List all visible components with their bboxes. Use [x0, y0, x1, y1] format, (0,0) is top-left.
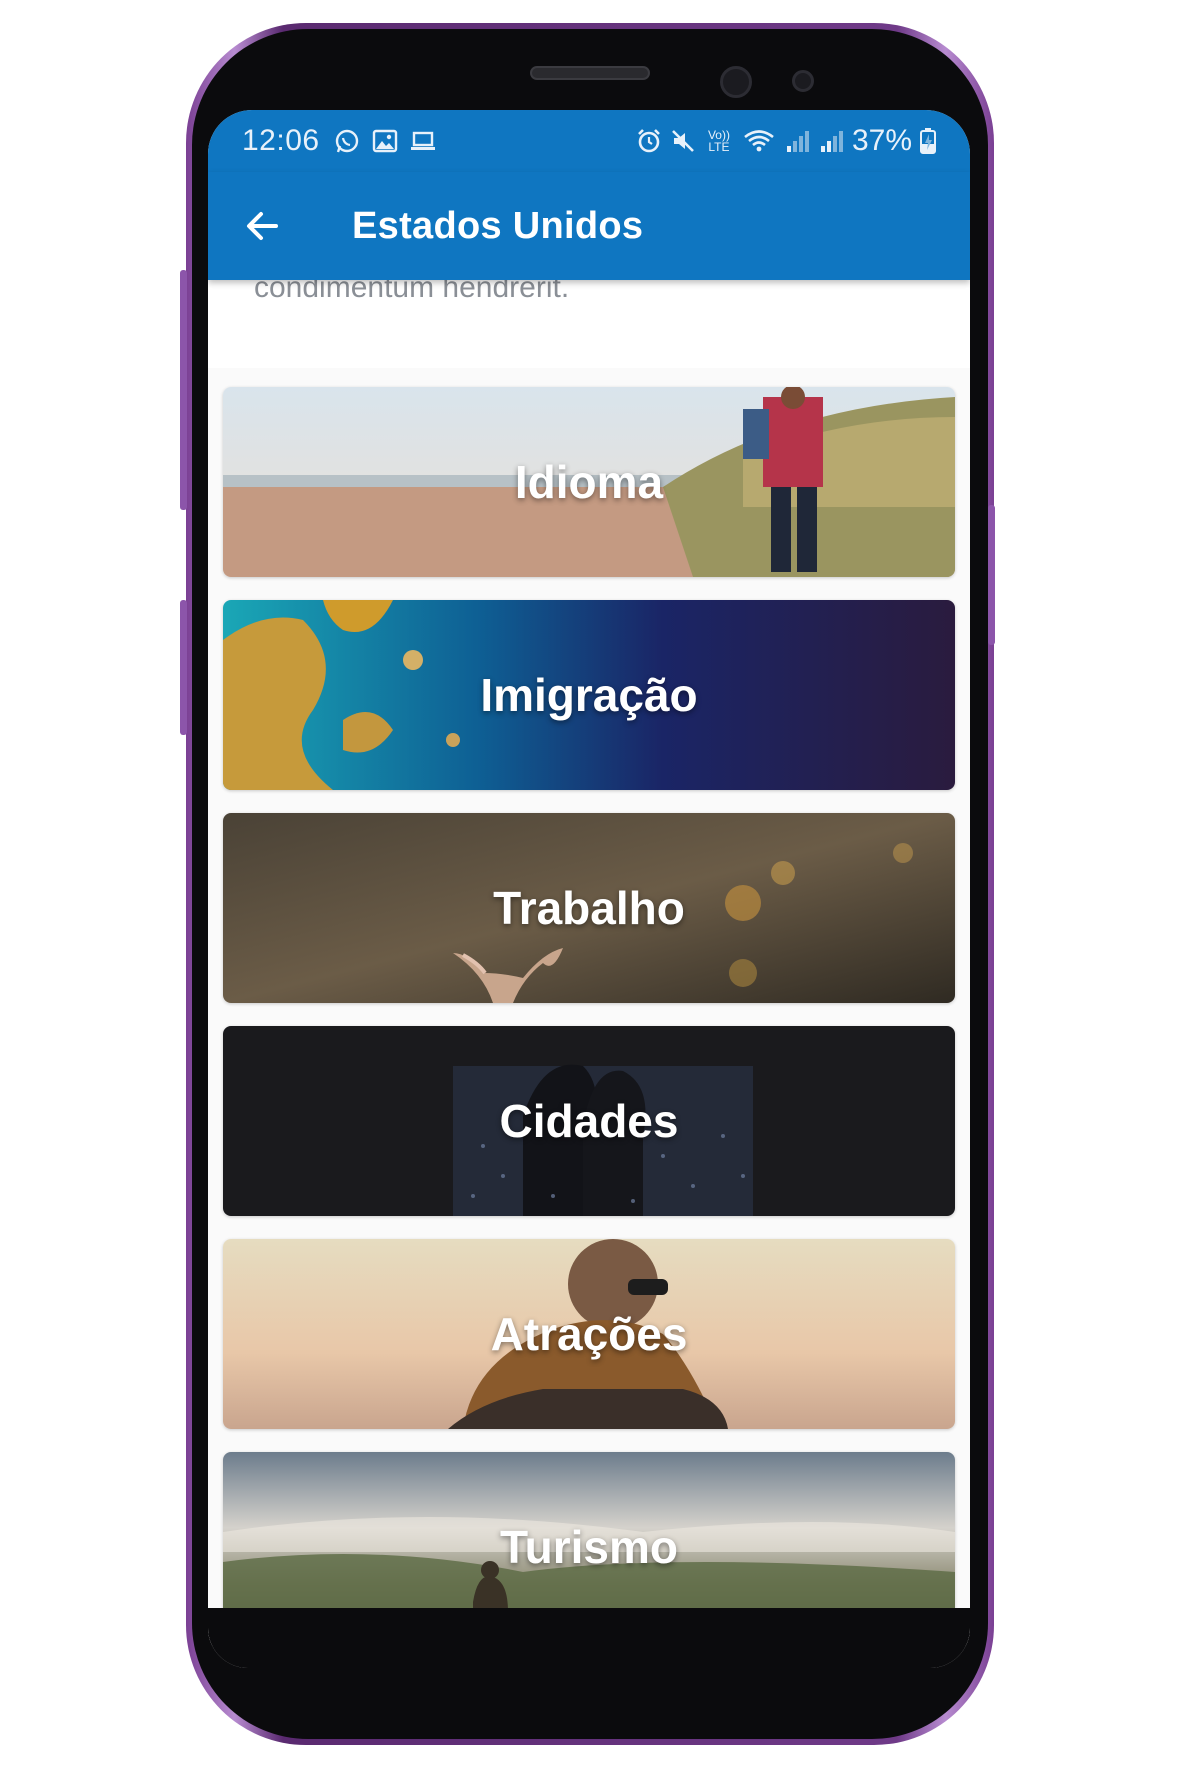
page-title: Estados Unidos	[352, 204, 644, 247]
proximity-sensor	[792, 70, 814, 92]
image-icon	[372, 129, 397, 153]
list-item: Trabalho	[208, 794, 970, 1007]
signal-icon	[786, 131, 809, 152]
card-cidades[interactable]: Cidades	[223, 1026, 955, 1216]
card-label: Atrações	[490, 1308, 688, 1360]
battery-percent: 37%	[851, 124, 912, 157]
status-right-group: Vo)) LTE 37%	[636, 124, 936, 158]
back-button[interactable]	[242, 206, 282, 246]
signal-roaming-icon	[820, 131, 843, 152]
card-atracoes[interactable]: Atrações	[223, 1239, 955, 1429]
bixby-button	[180, 600, 187, 735]
screen: 12:06 Vo)) LTE 37% Estados Unidos condim…	[208, 110, 970, 1668]
card-label: Turismo	[499, 1521, 679, 1573]
alarm-icon	[638, 129, 660, 153]
earpiece-speaker	[530, 66, 650, 80]
list-item: Cidades	[208, 1007, 970, 1220]
mute-icon	[672, 130, 694, 152]
bottom-bezel	[208, 1608, 970, 1668]
list-item: Atrações	[208, 1220, 970, 1433]
volume-up-button	[180, 270, 187, 510]
arrow-left-icon	[247, 212, 278, 240]
wifi-icon	[744, 130, 774, 152]
front-camera	[720, 66, 752, 98]
card-label: Trabalho	[493, 882, 685, 934]
battery-charging-icon	[920, 128, 936, 154]
laptop-icon	[410, 131, 435, 150]
intro-text-block: condimentum hendrerit.	[208, 273, 970, 368]
power-button	[988, 505, 995, 645]
list-item: Imigração	[208, 581, 970, 794]
app-bar: Estados Unidos	[208, 172, 970, 280]
whatsapp-icon	[335, 129, 358, 153]
status-bar: 12:06 Vo)) LTE 37%	[208, 110, 970, 172]
card-idioma[interactable]: Idioma	[223, 387, 955, 577]
card-trabalho[interactable]: Trabalho	[223, 813, 955, 1003]
card-label: Imigração	[480, 669, 698, 721]
list-item: Idioma	[208, 368, 970, 581]
status-time: 12:06	[242, 124, 320, 157]
card-label: Cidades	[499, 1095, 679, 1147]
volte-icon: Vo)) LTE	[707, 128, 730, 154]
card-label: Idioma	[514, 456, 664, 508]
category-list: Idioma Imigração Trabalho Cidades Atraçõ…	[208, 368, 970, 1646]
card-imigracao[interactable]: Imigração	[223, 600, 955, 790]
